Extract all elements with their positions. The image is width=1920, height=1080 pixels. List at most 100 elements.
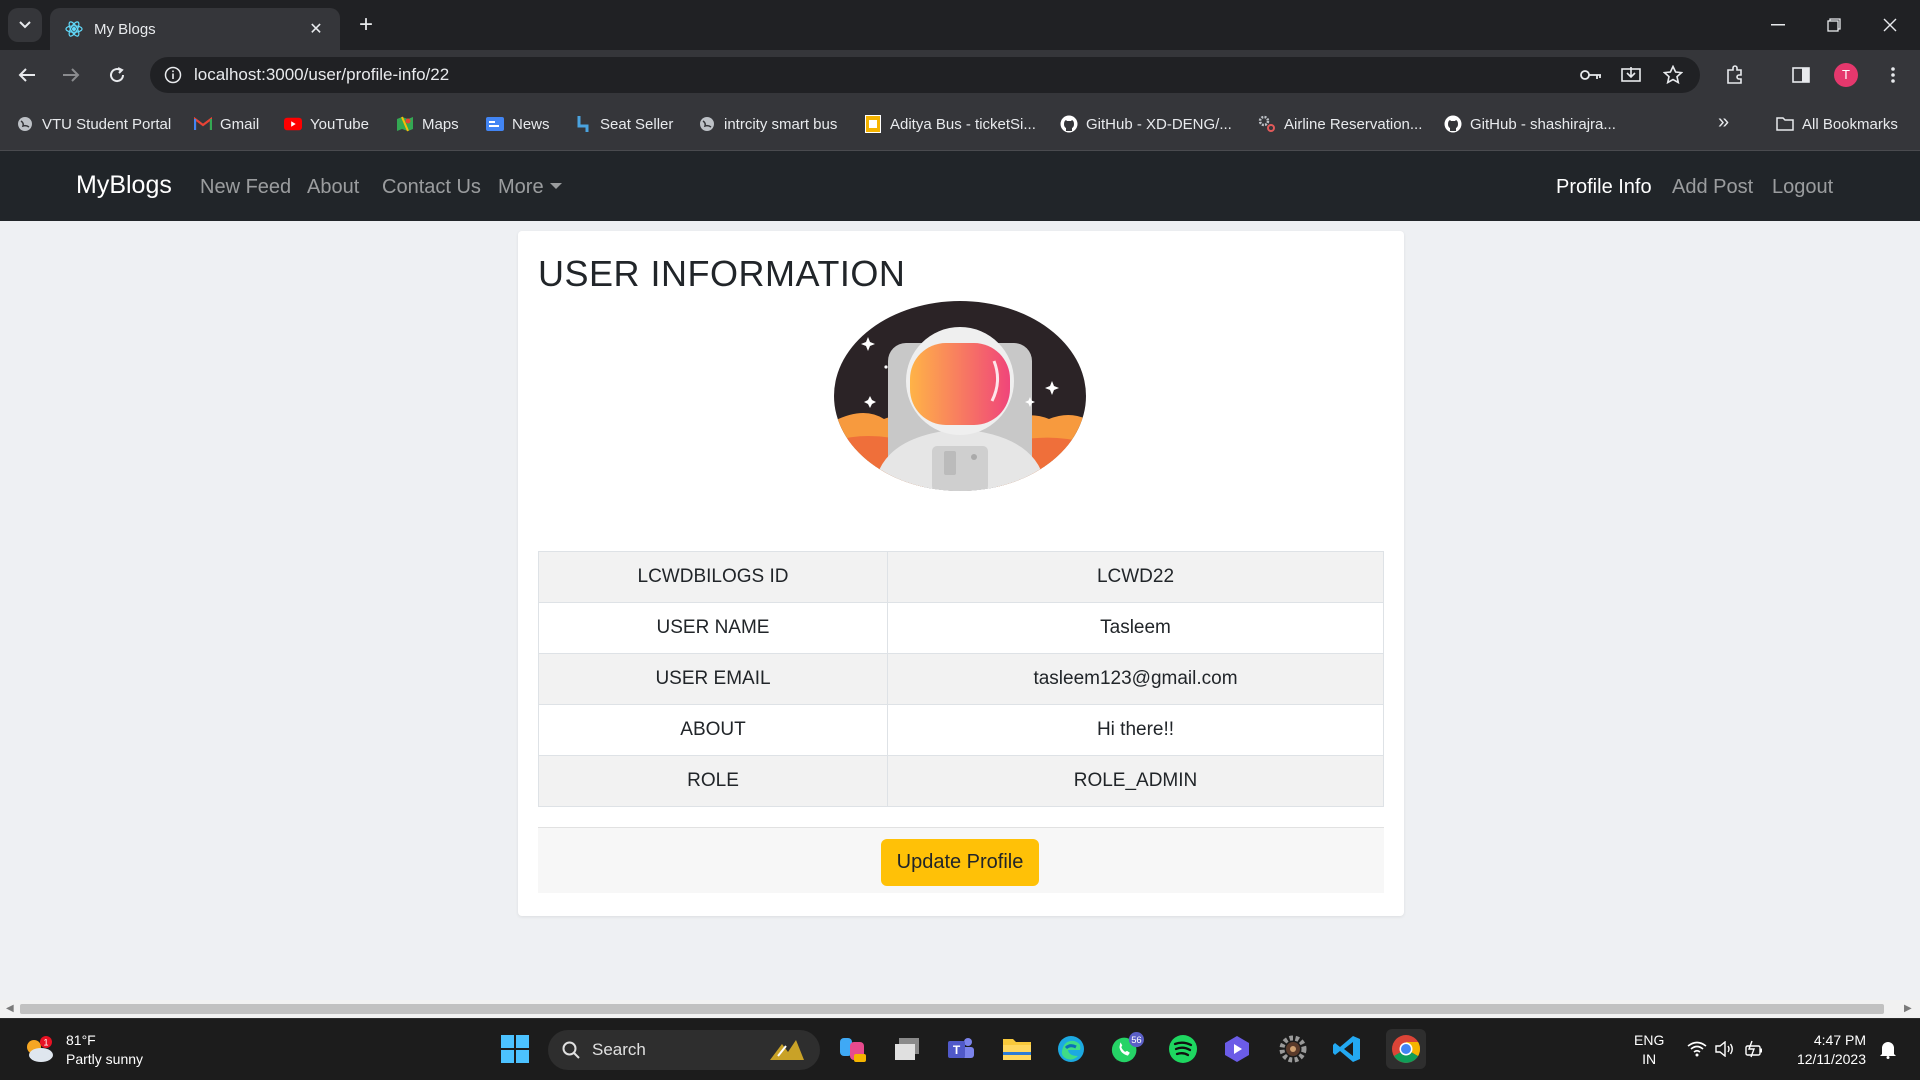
wifi-status[interactable] (1686, 1032, 1708, 1066)
seat-icon (574, 115, 592, 133)
bookmark-news[interactable]: News (486, 115, 550, 133)
value-cell: LCWD22 (887, 551, 1384, 603)
reload-icon (110, 67, 125, 83)
astronaut-avatar-image (834, 301, 1086, 491)
taskbar-app-media[interactable] (1220, 1032, 1254, 1066)
bookmark-star-button[interactable] (1660, 62, 1686, 88)
start-button[interactable] (498, 1032, 532, 1066)
clock[interactable]: 4:47 PM 12/11/2023 (1786, 1031, 1866, 1069)
youtube-icon (284, 115, 302, 133)
all-bookmarks-button[interactable]: All Bookmarks (1776, 115, 1898, 133)
site-info-icon[interactable] (164, 66, 182, 84)
chrome-menu-button[interactable] (1880, 62, 1906, 88)
whatsapp-badge: 56 (1131, 1035, 1142, 1046)
taskbar-app-vscode[interactable] (1330, 1032, 1364, 1066)
bookmark-github-shashi[interactable]: GitHub - shashirajra... (1444, 115, 1616, 133)
new-tab-button[interactable]: + (352, 12, 380, 40)
back-button[interactable] (14, 62, 40, 88)
svg-text:T: T (953, 1043, 961, 1057)
forward-button[interactable] (58, 62, 84, 88)
reload-button[interactable] (104, 62, 130, 88)
taskbar-app-whatsapp[interactable]: 56 (1110, 1032, 1144, 1066)
spotify-icon (1169, 1035, 1197, 1063)
gmail-icon (194, 115, 212, 133)
taskbar-app-task-view[interactable] (890, 1032, 924, 1066)
bookmarks-overflow-button[interactable]: » (1718, 111, 1729, 134)
windows-logo-icon (501, 1035, 529, 1063)
side-panel-button[interactable] (1788, 62, 1814, 88)
brand-logo[interactable]: MyBlogs (76, 171, 172, 200)
scroll-left-icon[interactable]: ◀ (6, 1003, 14, 1014)
extensions-button[interactable] (1722, 62, 1748, 88)
copilot-icon (840, 1038, 866, 1062)
scroll-right-icon[interactable]: ▶ (1904, 1003, 1912, 1014)
taskbar-app-file-explorer[interactable] (1000, 1032, 1034, 1066)
site-navbar: MyBlogs New Feed About Contact Us More P… (0, 151, 1920, 221)
nav-profile-info[interactable]: Profile Info (1556, 176, 1652, 199)
taskbar-app-settings[interactable] (1276, 1032, 1310, 1066)
search-label: Search (592, 1040, 646, 1059)
arrow-right-icon (63, 68, 80, 82)
nav-about[interactable]: About (307, 176, 359, 199)
nav-add-post[interactable]: Add Post (1672, 176, 1753, 199)
url-text[interactable]: localhost:3000/user/profile-info/22 (194, 65, 449, 85)
tab-close-icon[interactable]: ✕ (306, 19, 326, 39)
bookmark-airline[interactable]: Airline Reservation... (1258, 115, 1422, 133)
caret-down-icon (549, 183, 562, 189)
label-cell: ABOUT (538, 704, 888, 756)
label-cell: ROLE (538, 755, 888, 807)
volume-status[interactable] (1714, 1032, 1736, 1066)
language-indicator[interactable]: ENG IN (1634, 1031, 1664, 1069)
restore-button[interactable] (1814, 10, 1854, 40)
install-icon (1621, 67, 1641, 82)
table-row: USER EMAIL tasleem123@gmail.com (538, 653, 1384, 705)
bookmark-youtube[interactable]: YouTube (284, 115, 369, 133)
github-icon (1060, 115, 1078, 133)
bookmark-aditya-bus[interactable]: Aditya Bus - ticketSi... (864, 115, 1036, 133)
battery-status[interactable] (1744, 1032, 1766, 1066)
edge-icon (1058, 1036, 1084, 1062)
bookmark-gmail[interactable]: Gmail (194, 115, 259, 133)
taskbar-app-edge[interactable] (1054, 1032, 1088, 1066)
partly-sunny-icon: 1 (27, 1036, 53, 1062)
page-title: USER INFORMATION (538, 253, 906, 294)
browser-tab[interactable]: My Blogs ✕ (50, 8, 340, 50)
key-icon (1580, 70, 1601, 80)
nav-new-feed[interactable]: New Feed (200, 176, 291, 199)
weather-widget[interactable]: 1 81°F Partly sunny (22, 1031, 143, 1069)
update-profile-button[interactable]: Update Profile (881, 839, 1039, 886)
page-viewport: MyBlogs New Feed About Contact Us More P… (0, 151, 1920, 1018)
horizontal-scrollbar[interactable]: ◀ ▶ (0, 1000, 1920, 1018)
password-key-button[interactable] (1578, 62, 1604, 88)
close-window-button[interactable] (1870, 10, 1910, 40)
taskbar-app-spotify[interactable] (1166, 1032, 1200, 1066)
taskbar-app-chrome[interactable] (1386, 1029, 1426, 1069)
nav-logout[interactable]: Logout (1772, 176, 1833, 199)
taskbar-search[interactable]: Search (548, 1030, 820, 1070)
minimize-button[interactable] (1758, 10, 1798, 40)
windows-taskbar: 1 81°F Partly sunny Search T 56 ENG IN 4… (0, 1018, 1920, 1080)
address-bar[interactable]: localhost:3000/user/profile-info/22 (150, 57, 1700, 93)
value-cell: Tasleem (887, 602, 1384, 654)
bookmark-seat-seller[interactable]: Seat Seller (574, 115, 673, 133)
nav-more-dropdown[interactable]: More (498, 176, 562, 199)
teams-icon: T (948, 1038, 974, 1058)
taskbar-app-teams[interactable]: T (944, 1032, 978, 1066)
search-icon (562, 1041, 580, 1059)
bookmark-maps[interactable]: Maps (396, 115, 459, 133)
bookmark-github-xd[interactable]: GitHub - XD-DENG/... (1060, 115, 1232, 133)
bookmark-intrcity[interactable]: intrcity smart bus (698, 115, 837, 133)
nav-more-label: More (498, 176, 544, 198)
bookmark-vtu[interactable]: VTU Student Portal (16, 115, 171, 133)
github-icon (1444, 115, 1462, 133)
speaker-icon (1715, 1041, 1733, 1057)
user-info-table: LCWDBILOGS ID LCWD22 USER NAME Tasleem U… (538, 551, 1384, 807)
profile-avatar[interactable]: T (1834, 63, 1858, 87)
taskbar-app-copilot[interactable] (836, 1032, 870, 1066)
notifications-button[interactable] (1876, 1032, 1900, 1066)
scrollbar-thumb[interactable] (20, 1004, 1884, 1014)
install-app-button[interactable] (1618, 62, 1644, 88)
nav-contact-us[interactable]: Contact Us (382, 176, 481, 199)
tab-search-button[interactable] (8, 8, 42, 42)
puzzle-icon (1727, 65, 1742, 84)
